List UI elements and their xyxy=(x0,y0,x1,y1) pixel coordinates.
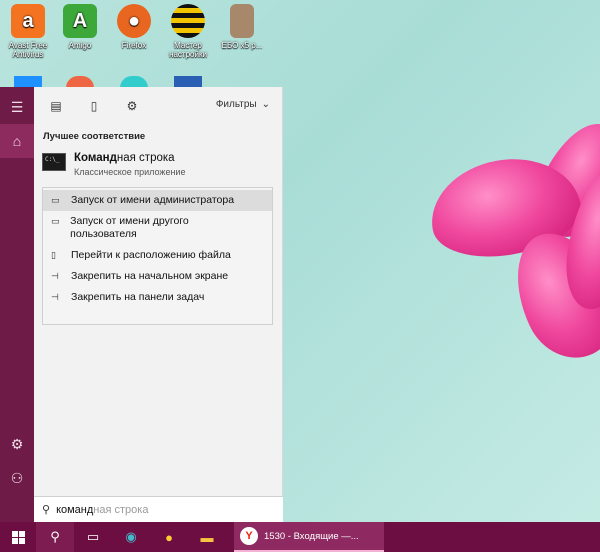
app-icon: ◉ xyxy=(125,529,137,544)
desktop-icon-amigo[interactable]: A Amigo xyxy=(52,4,108,50)
desktop-icon-avast[interactable]: a Avast Free Antivirus xyxy=(0,4,56,59)
pin-icon: ⊣ xyxy=(51,271,59,281)
search-results-panel: ▤ ▯ ⚙ Фильтры ⌄ Лучшее соответствие C:\_… xyxy=(34,87,283,522)
search-input[interactable]: ⚲ команд ная строка xyxy=(34,496,283,522)
desktop-icon-master[interactable]: Мастер настройки xyxy=(160,4,216,59)
photo-icon xyxy=(230,4,254,38)
desktop-icon-label: Firefox xyxy=(121,41,147,50)
context-item-pin-to-start[interactable]: ⊣ Закрепить на начальном экране xyxy=(43,266,272,287)
context-item-label: Закрепить на начальном экране xyxy=(71,270,229,282)
hamburger-icon[interactable]: ☰ xyxy=(0,90,34,124)
search-button[interactable]: ⚲ xyxy=(36,522,74,552)
desktop-icon-label: ЕБО х5 р... xyxy=(221,41,263,50)
start-menu-rail: ☰ ⌂ ⚙ ⚇ xyxy=(0,87,34,522)
task-view-button[interactable]: ▭ xyxy=(74,522,112,552)
best-match-title: Командная строка xyxy=(74,152,175,164)
search-icon: ⚲ xyxy=(42,504,51,516)
desktop-icon-label: Мастер настройки xyxy=(169,41,207,59)
beeline-icon xyxy=(171,4,205,38)
context-item-open-file-location[interactable]: ▯ Перейти к расположению файла xyxy=(43,245,272,266)
search-toolbar: ▤ ▯ ⚙ Фильтры ⌄ xyxy=(34,87,282,125)
taskbar-app-vlc[interactable]: ◉ xyxy=(112,522,150,552)
home-icon[interactable]: ⌂ xyxy=(0,124,34,158)
context-item-pin-to-taskbar[interactable]: ⊣ Закрепить на панели задач xyxy=(43,287,272,308)
user-icon: ▭ xyxy=(51,216,60,226)
folder-icon: ▯ xyxy=(51,250,56,260)
search-suggestion-text: ная строка xyxy=(93,503,149,516)
section-title: Лучшее соответствие xyxy=(43,131,146,142)
context-item-run-as-other-user[interactable]: ▭ Запуск от имени другого пользователя xyxy=(43,211,253,245)
start-button[interactable] xyxy=(0,522,36,552)
context-menu: ▭ Запуск от имени администратора ▭ Запус… xyxy=(42,187,273,325)
desktop-icon-label: Amigo xyxy=(68,41,92,50)
avast-icon: a xyxy=(11,4,45,38)
folder-icon: ▬ xyxy=(200,529,214,545)
best-match-result[interactable]: C:\_ Командная строка Классическое прило… xyxy=(34,142,282,177)
best-match-subtitle: Классическое приложение xyxy=(74,167,186,177)
search-icon: ⚲ xyxy=(50,529,60,544)
yandex-browser-icon: Y xyxy=(240,527,258,545)
apps-icon[interactable]: ▤ xyxy=(44,94,68,118)
shield-icon: ▭ xyxy=(51,195,60,205)
document-icon[interactable]: ▯ xyxy=(82,94,106,118)
windows-icon xyxy=(11,530,25,544)
context-item-label: Закрепить на панели задач xyxy=(71,291,205,303)
amigo-icon: A xyxy=(63,4,97,38)
context-item-label: Запуск от имени администратора xyxy=(71,194,235,206)
context-item-label: Перейти к расположению файла xyxy=(71,249,231,261)
chevron-down-icon: ⌄ xyxy=(261,99,270,110)
pin-icon: ⊣ xyxy=(51,292,59,302)
filters-label: Фильтры xyxy=(215,99,257,110)
desktop-icon-firefox[interactable]: ● Firefox xyxy=(106,4,162,50)
settings-icon[interactable]: ⚙ xyxy=(120,94,144,118)
taskbar-file-explorer[interactable]: ▬ xyxy=(188,522,226,552)
taskbar-active-window[interactable]: Y 1530 - Входящие —... xyxy=(234,522,384,552)
search-typed-text: команд xyxy=(56,503,94,516)
firefox-icon: ● xyxy=(117,4,151,38)
context-item-label: Запуск от имени другого пользователя xyxy=(70,215,189,240)
taskbar-window-title: 1530 - Входящие —... xyxy=(264,530,359,542)
context-item-run-as-admin[interactable]: ▭ Запуск от имени администратора xyxy=(43,190,272,211)
gear-icon[interactable]: ⚙ xyxy=(0,427,34,461)
command-prompt-icon: C:\_ xyxy=(42,153,66,171)
desktop-icon-photo[interactable]: ЕБО х5 р... xyxy=(214,4,270,50)
task-view-icon: ▭ xyxy=(86,529,100,544)
taskbar-app-yandex[interactable]: ● xyxy=(150,522,188,552)
app-icon: ● xyxy=(165,529,173,545)
person-icon[interactable]: ⚇ xyxy=(0,461,34,495)
filters-dropdown[interactable]: Фильтры ⌄ xyxy=(216,99,270,110)
taskbar: ⚲ ▭ ◉ ● ▬ Y 1530 - Входящие —... xyxy=(0,522,600,552)
desktop-icon-label: Avast Free Antivirus xyxy=(8,41,48,59)
